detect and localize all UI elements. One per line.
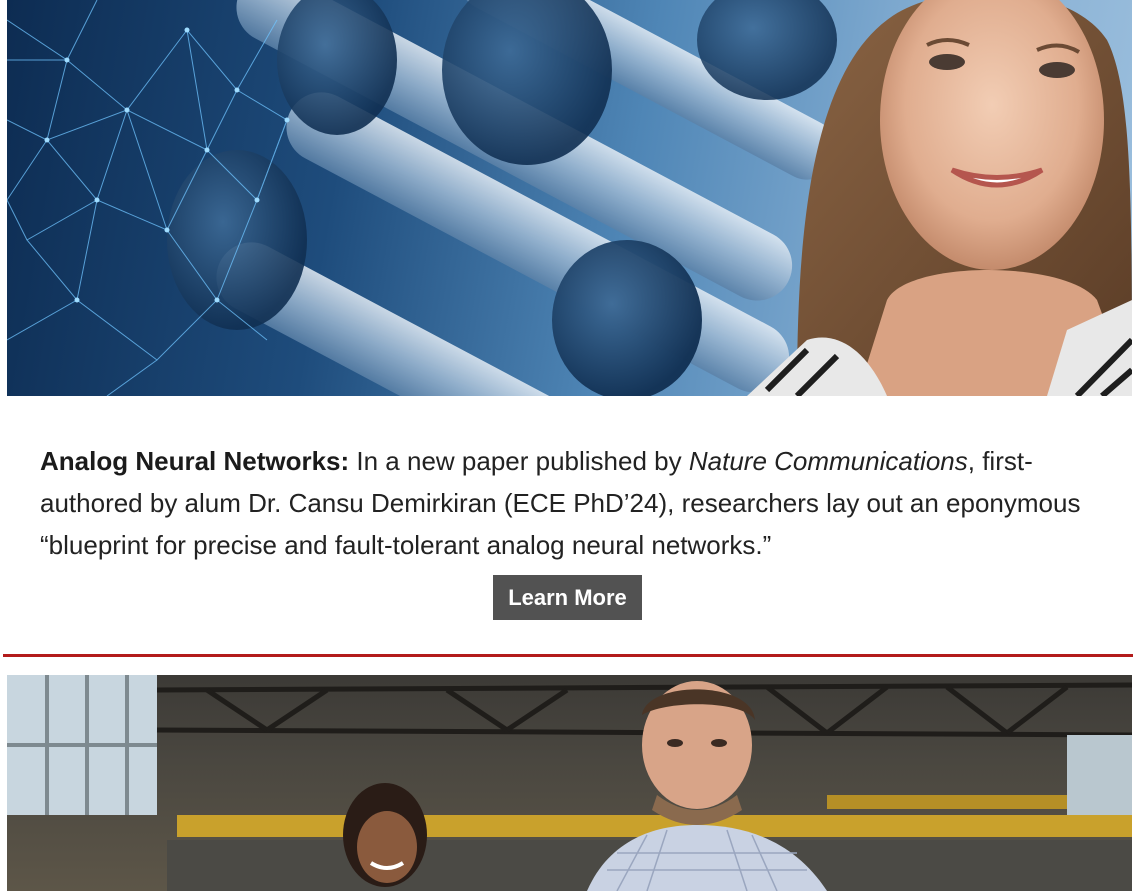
- feature-hero-image: [7, 0, 1132, 396]
- section-divider: [3, 654, 1133, 657]
- feature-text-1: In a new paper published by: [349, 446, 689, 476]
- feature-article-text: Analog Neural Networks: In a new paper p…: [40, 440, 1100, 566]
- journal-name: Nature Communications: [688, 446, 968, 476]
- learn-more-button[interactable]: Learn More: [493, 575, 642, 620]
- neural-network-portrait-illustration: [7, 0, 1132, 396]
- next-story-image: [7, 675, 1132, 891]
- feature-lead: Analog Neural Networks:: [40, 446, 350, 476]
- newsletter-page: Analog Neural Networks: In a new paper p…: [0, 0, 1137, 891]
- researchers-lab-photo: [7, 675, 1132, 891]
